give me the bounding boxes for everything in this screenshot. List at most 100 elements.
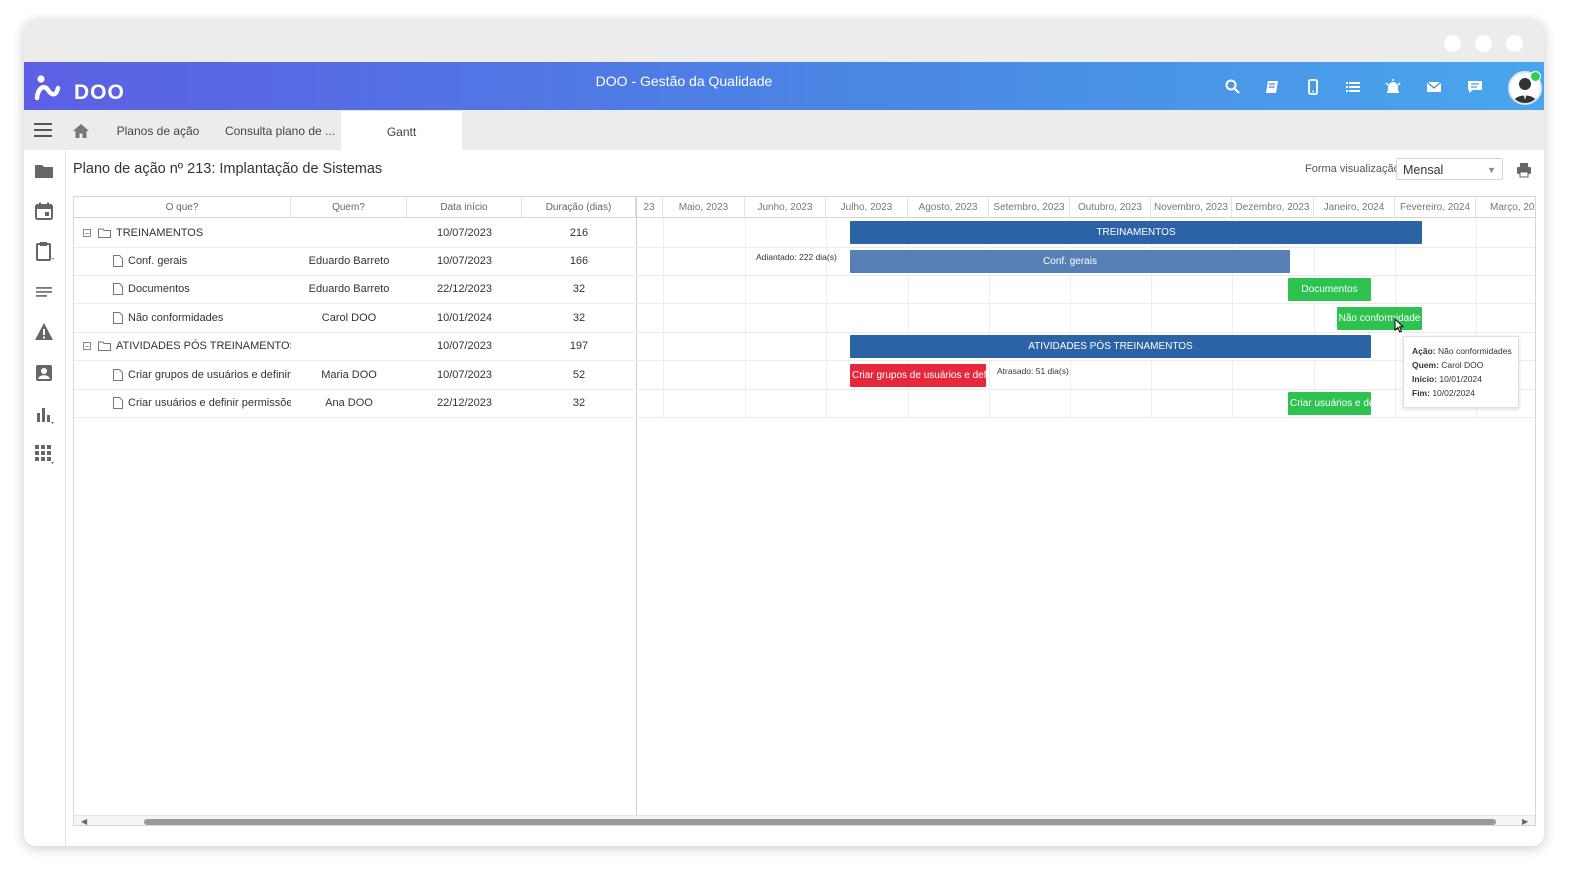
chat-icon[interactable]	[1466, 78, 1484, 96]
warning-icon[interactable]	[34, 322, 54, 342]
task-duration: 52	[572, 369, 586, 381]
tooltip-key: Quem:	[1412, 360, 1439, 370]
grid-line	[663, 218, 664, 418]
app-header: DOO DOO - Gestão da Qualidade	[24, 62, 1544, 110]
tab-planos-de-acao[interactable]: Planos de ação	[106, 110, 210, 150]
window-control-dot[interactable]	[1444, 35, 1461, 52]
scroll-left-icon[interactable]: ◀	[81, 817, 87, 825]
month-header: Dezembro, 2023	[1232, 197, 1314, 218]
gantt-bar[interactable]: Não conformidade	[1337, 307, 1422, 330]
task-start-date: 10/07/2023	[436, 255, 493, 267]
row-line	[636, 275, 1535, 276]
month-header: Setembro, 2023	[989, 197, 1070, 218]
task-duration: 32	[572, 312, 586, 324]
mail-icon[interactable]	[1425, 78, 1443, 96]
horizontal-scrollbar[interactable]: ◀ ▶	[74, 815, 1535, 825]
apps-grid-icon[interactable]	[34, 444, 54, 464]
folder-outline-icon	[98, 228, 111, 238]
window-control-dot[interactable]	[1506, 35, 1523, 52]
calendar-icon[interactable]	[34, 201, 54, 221]
folder-icon[interactable]	[34, 161, 54, 181]
gantt-bar[interactable]: Documentos	[1288, 278, 1371, 301]
clipboard-icon[interactable]	[34, 241, 54, 261]
task-name: Conf. gerais	[128, 255, 188, 267]
tab-consulta-plano[interactable]: Consulta plano de ...	[220, 110, 340, 150]
task-duration: 166	[569, 255, 589, 267]
gantt-timeline: 23 Maio, 2023 Junho, 2023 Julho, 2023 Ag…	[636, 197, 1535, 815]
gantt-bar[interactable]: Criar usuários e definir permissões	[1288, 392, 1371, 415]
task-owner: Carol DOO	[321, 312, 377, 324]
row-line	[636, 303, 1535, 304]
gantt-bar[interactable]: Criar grupos de usuários e definir permi…	[850, 364, 986, 387]
collapse-toggle-icon[interactable]: −	[83, 229, 91, 238]
chevron-down-icon: ▼	[1487, 165, 1496, 175]
book-icon[interactable]	[1264, 78, 1282, 96]
task-duration: 32	[572, 283, 586, 295]
table-row[interactable]: Criar grupos de usuários e definir permi…	[74, 361, 635, 390]
list-icon[interactable]	[1344, 78, 1362, 96]
month-header: Fevereiro, 2024	[1395, 197, 1476, 218]
file-icon	[113, 255, 123, 267]
month-header: Junho, 2023	[745, 197, 826, 218]
tab-gantt[interactable]: Gantt	[341, 110, 462, 151]
bar-chart-icon[interactable]	[34, 404, 54, 424]
home-icon[interactable]	[72, 123, 90, 139]
column-header-start[interactable]: Data início	[407, 197, 522, 218]
table-row[interactable]: Criar usuários e definir permissões Ana …	[74, 389, 635, 418]
table-row[interactable]: Conf. gerais Eduardo Barreto 10/07/2023 …	[74, 247, 635, 276]
task-start-date: 10/01/2024	[436, 312, 493, 324]
grid-line	[745, 218, 746, 418]
column-header-who[interactable]: Quem?	[291, 197, 407, 218]
app-title: DOO - Gestão da Qualidade	[595, 73, 773, 89]
file-icon	[113, 283, 123, 295]
ahead-note: Adiantado: 222 dia(s)	[756, 252, 837, 262]
search-icon[interactable]	[1224, 78, 1242, 96]
task-name: Não conformidades	[128, 312, 224, 324]
sidebar	[24, 150, 66, 846]
contact-icon[interactable]	[34, 363, 54, 383]
table-row[interactable]: − TREINAMENTOS 10/07/2023 216	[74, 219, 635, 248]
month-header: Janeiro, 2024	[1314, 197, 1395, 218]
month-header: Julho, 2023	[826, 197, 908, 218]
mobile-icon[interactable]	[1304, 78, 1322, 96]
view-mode-select[interactable]: Mensal ▼	[1396, 158, 1503, 180]
main-content: Plano de ação nº 213: Implantação de Sis…	[65, 150, 1544, 846]
scroll-right-icon[interactable]: ▶	[1522, 817, 1528, 825]
column-header-what[interactable]: O que?	[74, 197, 291, 218]
file-icon	[113, 312, 123, 324]
text-lines-icon[interactable]	[34, 282, 54, 302]
grid-line	[1314, 218, 1315, 418]
task-start-date: 22/12/2023	[436, 397, 493, 409]
window-control-dot[interactable]	[1475, 35, 1492, 52]
hamburger-menu-icon[interactable]	[34, 123, 52, 137]
alarm-icon[interactable]	[1384, 78, 1402, 96]
table-row[interactable]: Não conformidades Carol DOO 10/01/2024 3…	[74, 304, 635, 333]
gantt-bar[interactable]: ATIVIDADES PÓS TREINAMENTOS	[850, 335, 1371, 358]
collapse-toggle-icon[interactable]: −	[83, 342, 91, 351]
online-status-dot	[1530, 71, 1541, 82]
task-duration: 216	[569, 227, 589, 239]
tooltip-value: Não conformidades	[1438, 346, 1512, 356]
print-icon[interactable]	[1516, 162, 1532, 178]
task-name: Criar grupos de usuários e definir permi…	[128, 369, 291, 381]
task-start-date: 22/12/2023	[436, 283, 493, 295]
table-row[interactable]: − ATIVIDADES PÓS TREINAMENTOS 10/07/2023…	[74, 332, 635, 361]
task-start-date: 10/07/2023	[436, 227, 493, 239]
task-duration: 197	[569, 340, 589, 352]
tooltip-key: Ação:	[1412, 346, 1436, 356]
tooltip-value: Carol DOO	[1441, 360, 1484, 370]
task-owner: Eduardo Barreto	[308, 255, 390, 267]
task-owner: Eduardo Barreto	[308, 283, 390, 295]
scrollbar-thumb[interactable]	[144, 819, 1496, 825]
gantt-grid: O que? Quem? Data início Duração (dias) …	[74, 197, 637, 815]
column-header-duration[interactable]: Duração (dias)	[522, 197, 636, 218]
row-line	[636, 417, 1535, 418]
grid-line	[1232, 218, 1233, 418]
gantt-bar[interactable]: Conf. gerais	[850, 250, 1290, 273]
page-title: Plano de ação nº 213: Implantação de Sis…	[73, 161, 383, 177]
task-owner	[291, 332, 407, 360]
gantt-bar[interactable]: TREINAMENTOS	[850, 221, 1422, 244]
task-owner: Ana DOO	[325, 397, 373, 409]
tooltip-key: Fim:	[1412, 388, 1430, 398]
table-row[interactable]: Documentos Eduardo Barreto 22/12/2023 32	[74, 275, 635, 304]
